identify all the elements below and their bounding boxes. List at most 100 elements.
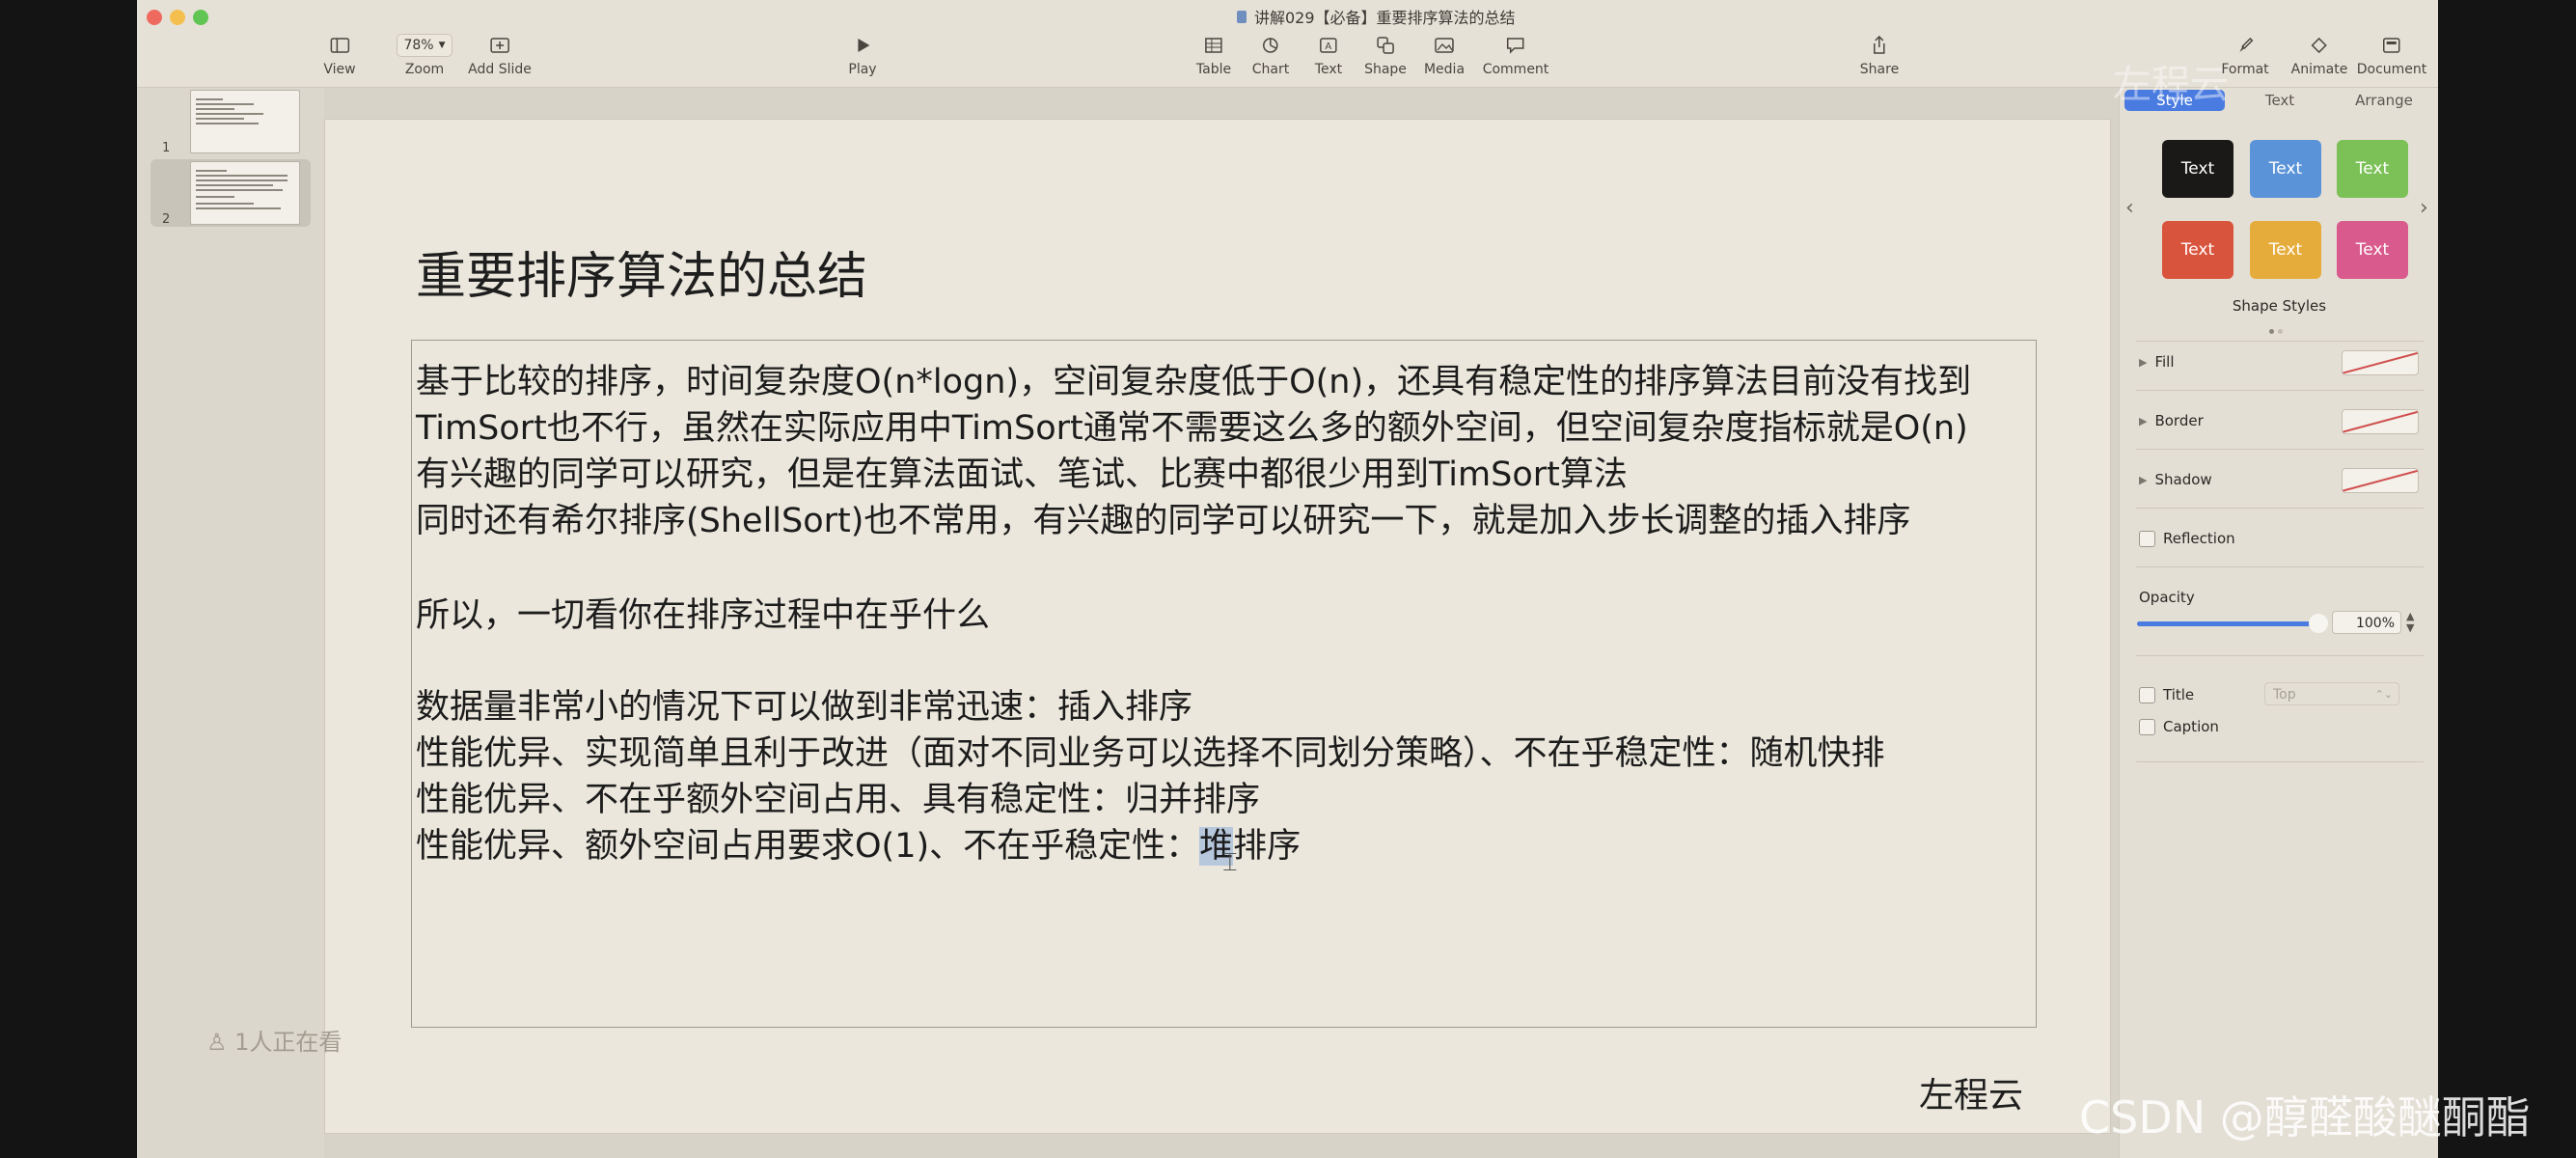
checkbox[interactable] [2139,686,2155,703]
shadow-color-well[interactable] [2342,468,2419,493]
shape-style-swatch[interactable]: Text [2162,140,2233,198]
slide-title[interactable]: 重要排序算法的总结 [416,235,867,308]
document-settings-icon [2357,33,2427,58]
add-slide-icon [468,33,532,58]
body-line: 性能优异、不在乎额外空间占用、具有稳定性：归并排序 [416,781,1261,819]
sidebar-view-icon [323,33,355,58]
table-button[interactable]: Table [1196,33,1231,77]
zoom-control[interactable]: 78% ▼ Zoom [397,33,452,77]
image-icon [1424,33,1465,58]
slide-canvas: 重要排序算法的总结 基于比较的排序，时间复杂度O(n*logn)，空间复杂度低于… [324,88,2119,1158]
opacity-slider-fill [2137,621,2320,626]
disclosure-triangle-icon: ▶ [2139,473,2148,486]
opacity-stepper[interactable]: ▲ ▼ [2406,611,2414,634]
comment-icon [1483,33,1549,58]
body-line: 有兴趣的同学可以研究，但是在算法面试、笔试、比赛中都很少用到TimSort算法 [416,455,1628,494]
fill-color-well[interactable] [2342,350,2419,375]
document-icon [1237,10,1247,23]
tab-text[interactable]: Text [2230,90,2330,111]
animate-icon [2291,33,2348,58]
text-box-icon: A [1315,33,1342,58]
chart-icon [1252,33,1289,58]
shape-icon [1364,33,1407,58]
chevron-updown-icon: ⌃⌄ [2374,688,2393,701]
shadow-row[interactable]: ▶ Shadow [2139,471,2212,488]
fill-row[interactable]: ▶ Fill [2139,353,2175,371]
shape-style-swatch[interactable]: Text [2337,221,2408,279]
shape-style-swatch[interactable]: Text [2337,140,2408,198]
slide-footer-text[interactable]: 左程云 [1919,1067,2023,1117]
divider [2136,449,2424,450]
chevron-right-icon[interactable]: › [2420,196,2428,220]
opacity-slider-handle[interactable] [2309,614,2328,633]
comment-button[interactable]: Comment [1483,33,1549,77]
animate-button[interactable]: Animate [2291,33,2348,77]
chart-button[interactable]: Chart [1252,33,1289,77]
format-inspector: Style Text Arrange ‹ › Text Text Text Te… [2119,88,2438,1158]
body-line: 性能优异、额外空间占用要求O(1)、不在乎稳定性：堆排序 [416,827,1302,866]
text-cursor-icon: ⌶ [1222,848,1238,877]
watermark-top: 左程云 [2113,63,2229,107]
opacity-value-field[interactable]: 100% [2332,611,2401,634]
play-icon [848,33,876,58]
opacity-label: Opacity [2139,589,2195,606]
reflection-checkbox[interactable]: Reflection [2139,530,2235,547]
person-icon: ♙ [206,1029,235,1056]
watermark-bottom: CSDN @醇醛酸醚酮酯 [2079,1091,2531,1144]
toolbar: 讲解029【必备】重要排序算法的总结 View 78% ▼ Zoom Add Sl… [137,0,2438,88]
disclosure-triangle-icon: ▶ [2139,414,2148,427]
tab-arrange[interactable]: Arrange [2334,90,2434,111]
shape-styles-label: Shape Styles [2232,297,2327,315]
slide-preview [190,161,300,225]
chevron-down-icon: ▼ [438,41,446,50]
divider [2136,566,2424,567]
body-line: 同时还有希尔排序(ShellSort)也不常用，有兴趣的同学可以研究一下，就是加… [416,502,1911,540]
close-window-button[interactable] [147,10,162,25]
play-button[interactable]: Play [848,33,877,77]
shape-button[interactable]: Shape [1364,33,1407,77]
title-checkbox[interactable]: Title [2139,686,2194,703]
body-line: 基于比较的排序，时间复杂度O(n*logn)，空间复杂度低于O(n)，还具有稳定… [416,363,1972,401]
view-button[interactable]: View [323,33,356,77]
slide-preview [190,90,300,153]
text-button[interactable]: A Text [1315,33,1342,77]
svg-text:A: A [1326,41,1332,52]
checkbox[interactable] [2139,718,2155,735]
page-dots[interactable] [2269,319,2287,338]
slide[interactable]: 重要排序算法的总结 基于比较的排序，时间复杂度O(n*logn)，空间复杂度低于… [324,119,2111,1134]
share-button[interactable]: Share [1860,33,1899,77]
document-button[interactable]: Document [2357,33,2427,77]
slide-navigator: 1 2 [137,88,324,1158]
add-slide-button[interactable]: Add Slide [468,33,532,77]
body-line: 性能优异、实现简单且利于改进（面对不同业务可以选择不同划分策略）、不在乎稳定性：… [416,734,1885,773]
body-line: 所以，一切看你在排序过程中在乎什么 [416,596,991,635]
border-color-well[interactable] [2342,409,2419,434]
divider [2136,390,2424,391]
shape-style-swatch[interactable]: Text [2162,221,2233,279]
table-icon [1196,33,1231,58]
viewer-count: ♙ 1人正在看 [206,1029,343,1056]
minimize-window-button[interactable] [170,10,185,25]
share-icon [1860,33,1899,58]
chevron-left-icon[interactable]: ‹ [2125,196,2134,220]
keynote-window: 讲解029【必备】重要排序算法的总结 View 78% ▼ Zoom Add Sl… [137,0,2438,1158]
zoom-select[interactable]: 78% ▼ [397,34,452,57]
body-line: 数据量非常小的情况下可以做到非常迅速：插入排序 [416,688,1193,727]
divider [2136,341,2424,342]
slide-thumbnail-1[interactable]: 1 [151,88,311,155]
checkbox[interactable] [2139,530,2155,547]
disclosure-triangle-icon: ▶ [2139,355,2148,369]
window-title: 讲解029【必备】重要排序算法的总结 [1237,5,1516,28]
divider [2136,655,2424,656]
shape-style-swatch[interactable]: Text [2250,140,2321,198]
caption-checkbox[interactable]: Caption [2139,718,2219,735]
slide-thumbnail-2[interactable]: 2 [151,159,311,227]
title-position-select[interactable]: Top ⌃⌄ [2264,682,2399,705]
zoom-window-button[interactable] [193,10,208,25]
shape-style-swatch[interactable]: Text [2250,221,2321,279]
media-button[interactable]: Media [1424,33,1465,77]
border-row[interactable]: ▶ Border [2139,412,2204,429]
divider [2136,508,2424,509]
divider [2136,761,2424,762]
opacity-slider-track[interactable] [2137,621,2320,626]
